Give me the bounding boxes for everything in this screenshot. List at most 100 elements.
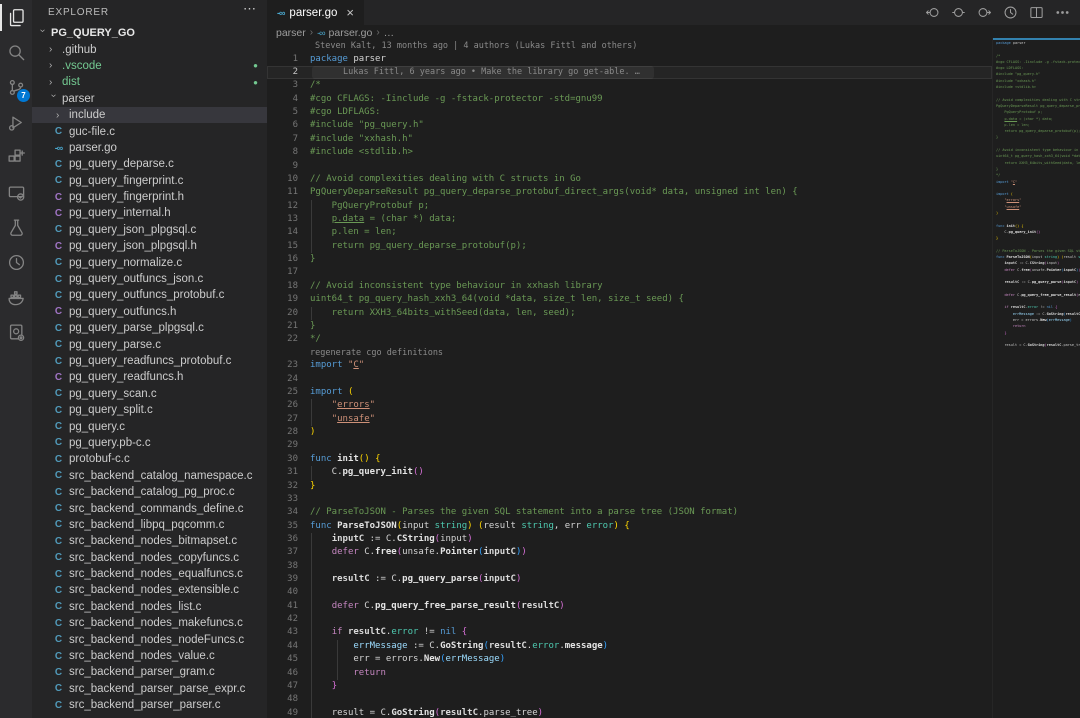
c-file-icon: C: [52, 437, 65, 448]
tree-item-pg-query-internal-h[interactable]: Cpg_query_internal.h: [32, 205, 267, 221]
split-editor-icon[interactable]: [1029, 5, 1044, 20]
c-header-file-icon: C: [52, 306, 65, 317]
tree-item-pg-query-outfuncs-h[interactable]: Cpg_query_outfuncs.h: [32, 304, 267, 320]
tree-item-pg-query-deparse-c[interactable]: Cpg_query_deparse.c: [32, 156, 267, 172]
tree-item-pg-query-fingerprint-c[interactable]: Cpg_query_fingerprint.c: [32, 173, 267, 189]
next-change-icon[interactable]: [977, 5, 992, 20]
tree-item-src-backend-libpq-pqcomm-c[interactable]: Csrc_backend_libpq_pqcomm.c: [32, 517, 267, 533]
tree-item-pg-query-pb-c-c[interactable]: Cpg_query.pb-c.c: [32, 435, 267, 451]
tree-item-src-backend-parser-parser-c[interactable]: Csrc_backend_parser_parser.c: [32, 697, 267, 713]
tree-item-label: src_backend_nodes_nodeFuncs.c: [69, 634, 244, 646]
tree-item-pg-query-c[interactable]: Cpg_query.c: [32, 418, 267, 434]
minimap[interactable]: package parser/*#cgo CFLAGS: -Iinclude -…: [992, 38, 1080, 718]
activity-remote-explorer-icon[interactable]: [0, 175, 32, 210]
gutter-change-icon[interactable]: [951, 5, 966, 20]
activity-search-icon[interactable]: [0, 35, 32, 70]
c-file-icon: C: [52, 519, 65, 530]
tree-item-src-backend-nodes-extensible-c[interactable]: Csrc_backend_nodes_extensible.c: [32, 582, 267, 598]
tree-item-pg-query-json-plpgsql-h[interactable]: Cpg_query_json_plpgsql.h: [32, 238, 267, 254]
sidebar-more-actions-icon[interactable]: ⋯: [243, 1, 257, 17]
code-line-28: 28): [267, 426, 992, 439]
tab-parser-go[interactable]: -∞ parser.go ×: [267, 0, 364, 25]
line-number: 30: [267, 453, 298, 466]
breadcrumb-symbol[interactable]: …: [384, 27, 395, 39]
tree-item-protobuf-c-c[interactable]: Cprotobuf-c.c: [32, 451, 267, 467]
tree-item--github[interactable]: ›.github: [32, 41, 267, 57]
activity-file-history-icon[interactable]: [0, 245, 32, 280]
tree-item-src-backend-nodes-makefuncs-c[interactable]: Csrc_backend_nodes_makefuncs.c: [32, 615, 267, 631]
tree-item-parser[interactable]: ›parser: [32, 91, 267, 107]
activity-run-debug-icon[interactable]: [0, 105, 32, 140]
previous-change-icon[interactable]: [925, 5, 940, 20]
tree-item-label: src_backend_nodes_makefuncs.c: [69, 617, 243, 629]
code-line-41: 41 defer C.pg_query_free_parse_result(re…: [267, 600, 992, 613]
code-line-32: 32}: [267, 480, 992, 493]
tree-item-pg-query-readfuncs-protobuf-c[interactable]: Cpg_query_readfuncs_protobuf.c: [32, 353, 267, 369]
tree-item--vscode[interactable]: ›.vscode●: [32, 58, 267, 74]
code-line-24: 24: [267, 373, 992, 386]
tree-item-pg-query-normalize-c[interactable]: Cpg_query_normalize.c: [32, 254, 267, 270]
code-line-20: 20 return XXH3_64bits_withSeed(data, len…: [267, 307, 992, 320]
activity-explorer-icon[interactable]: [0, 0, 32, 35]
code-line-27: 27 "unsafe": [267, 413, 992, 426]
tree-item-pg-query-parse-c[interactable]: Cpg_query_parse.c: [32, 336, 267, 352]
activity-file-settings-icon[interactable]: [0, 315, 32, 350]
tree-item-src-backend-commands-define-c[interactable]: Csrc_backend_commands_define.c: [32, 500, 267, 516]
code-line-49: 49 result = C.GoString(resultC.parse_tre…: [267, 707, 992, 718]
sidebar-title: EXPLORER: [48, 7, 109, 18]
inline-blame: Lukas Fittl, 6 years ago • Make the libr…: [312, 66, 654, 79]
tree-item-src-backend-nodes-list-c[interactable]: Csrc_backend_nodes_list.c: [32, 599, 267, 615]
tree-item-src-backend-nodes-equalfuncs-c[interactable]: Csrc_backend_nodes_equalfuncs.c: [32, 566, 267, 582]
git-blame-codelens[interactable]: Steven Kalt, 13 months ago | 4 authors (…: [267, 40, 992, 53]
activity-source-control-icon[interactable]: 7: [0, 70, 32, 105]
tab-bar: -∞ parser.go ×: [267, 0, 1080, 25]
line-number: 49: [267, 707, 298, 718]
regenerate-cgo-codelens[interactable]: regenerate cgo definitions: [267, 347, 992, 360]
code-editor[interactable]: Steven Kalt, 13 months ago | 4 authors (…: [267, 40, 992, 718]
file-history-icon[interactable]: [1003, 5, 1018, 20]
tree-item-label: pg_query_scan.c: [69, 388, 157, 400]
code-line-30: 30func init() {: [267, 453, 992, 466]
code-line-21: 21}: [267, 320, 992, 333]
tree-item-parser-go[interactable]: -∞parser.go: [32, 140, 267, 156]
breadcrumb-folder[interactable]: parser: [276, 27, 306, 39]
go-file-icon: -∞: [277, 8, 284, 18]
tree-item-label: src_backend_catalog_namespace.c: [69, 470, 252, 482]
tree-item-src-backend-nodes-bitmapset-c[interactable]: Csrc_backend_nodes_bitmapset.c: [32, 533, 267, 549]
tree-item-src-backend-parser-gram-c[interactable]: Csrc_backend_parser_gram.c: [32, 664, 267, 680]
tree-item-src-backend-nodes-copyfuncs-c[interactable]: Csrc_backend_nodes_copyfuncs.c: [32, 550, 267, 566]
tree-item-src-backend-nodes-nodefuncs-c[interactable]: Csrc_backend_nodes_nodeFuncs.c: [32, 631, 267, 647]
tree-item-pg-query-parse-plpgsql-c[interactable]: Cpg_query_parse_plpgsql.c: [32, 320, 267, 336]
breadcrumb-file[interactable]: parser.go: [329, 27, 373, 39]
tree-item-label: src_backend_parser_parse_expr.c: [69, 683, 245, 695]
tree-item-src-backend-catalog-pg-proc-c[interactable]: Csrc_backend_catalog_pg_proc.c: [32, 484, 267, 500]
tree-root-pg-query-go[interactable]: ›PG_QUERY_GO: [32, 25, 267, 41]
tree-item-guc-file-c[interactable]: Cguc-file.c: [32, 123, 267, 139]
tree-item-pg-query-scan-c[interactable]: Cpg_query_scan.c: [32, 386, 267, 402]
tree-item-dist[interactable]: ›dist●: [32, 74, 267, 90]
c-file-icon: C: [52, 339, 65, 350]
tree-item-src-backend-nodes-value-c[interactable]: Csrc_backend_nodes_value.c: [32, 648, 267, 664]
code-line-12: 12 PgQueryProtobuf p;: [267, 200, 992, 213]
more-actions-icon[interactable]: [1055, 5, 1070, 20]
tree-item-src-backend-catalog-namespace-c[interactable]: Csrc_backend_catalog_namespace.c: [32, 468, 267, 484]
activity-testing-icon[interactable]: [0, 210, 32, 245]
breadcrumb-separator: ›: [310, 27, 313, 38]
tree-item-pg-query-fingerprint-h[interactable]: Cpg_query_fingerprint.h: [32, 189, 267, 205]
tree-item-pg-query-readfuncs-h[interactable]: Cpg_query_readfuncs.h: [32, 369, 267, 385]
tree-item-include[interactable]: ›include: [32, 107, 267, 123]
tree-item-src-backend-parser-parse-expr-c[interactable]: Csrc_backend_parser_parse_expr.c: [32, 681, 267, 697]
tree-item-pg-query-split-c[interactable]: Cpg_query_split.c: [32, 402, 267, 418]
activity-docker-icon[interactable]: [0, 280, 32, 315]
git-status-dot-icon: ●: [253, 78, 258, 87]
activity-extensions-icon[interactable]: [0, 140, 32, 175]
tree-item-pg-query-outfuncs-json-c[interactable]: Cpg_query_outfuncs_json.c: [32, 271, 267, 287]
tree-item-label: .github: [62, 44, 97, 56]
tree-item-label: src_backend_parser_parser.c: [69, 699, 221, 711]
tab-close-icon[interactable]: ×: [346, 5, 354, 20]
tree-item-label: guc-file.c: [69, 126, 115, 138]
code-line-6: 6#include "pg_query.h": [267, 119, 992, 132]
tree-item-pg-query-json-plpgsql-c[interactable]: Cpg_query_json_plpgsql.c: [32, 222, 267, 238]
tree-item-pg-query-outfuncs-protobuf-c[interactable]: Cpg_query_outfuncs_protobuf.c: [32, 287, 267, 303]
tree-item-label: src_backend_nodes_list.c: [69, 601, 201, 613]
